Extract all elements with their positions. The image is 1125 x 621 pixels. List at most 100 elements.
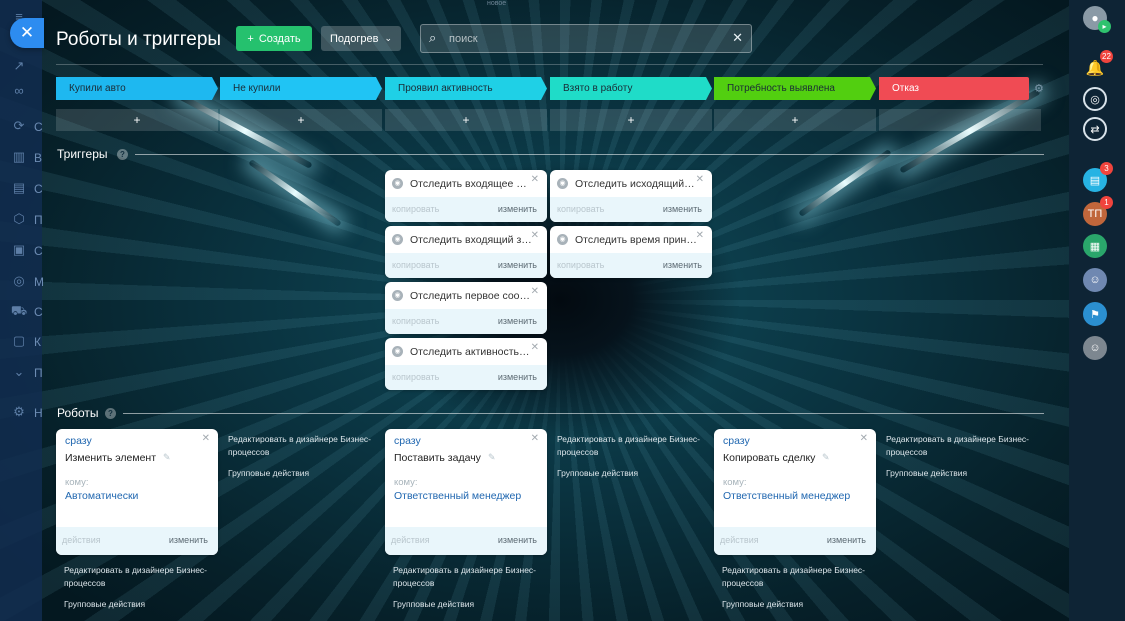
clear-search-icon[interactable]: ✕ <box>732 30 743 46</box>
group-actions-link[interactable]: Групповые действия <box>393 598 553 611</box>
refresh-icon[interactable]: ⟳ <box>10 117 28 135</box>
create-button[interactable]: + Создать <box>236 26 312 51</box>
designer-link[interactable]: Редактировать в дизайнере Бизнес-процесс… <box>64 564 224 590</box>
close-icon[interactable]: ✕ <box>531 342 539 353</box>
close-icon[interactable]: ✕ <box>696 174 704 185</box>
close-icon[interactable]: ✕ <box>531 174 539 185</box>
close-icon[interactable]: ✕ <box>531 230 539 241</box>
close-icon[interactable]: ✕ <box>531 286 539 297</box>
copy-link[interactable]: копировать <box>557 204 604 214</box>
group-actions-link[interactable]: Групповые действия <box>228 467 388 480</box>
pencil-icon[interactable]: ✎ <box>488 452 496 463</box>
sync-icon[interactable]: ⇄ <box>1083 117 1107 141</box>
robot-target[interactable]: Ответственный менеджер <box>394 490 539 502</box>
stage-column[interactable]: Проявил активность <box>385 77 547 100</box>
stage-column[interactable]: Потребность выявлена <box>714 77 876 100</box>
nav-label[interactable]: К <box>34 335 41 349</box>
edit-link[interactable]: изменить <box>498 204 537 214</box>
external-link-icon[interactable]: ↗ <box>10 57 28 75</box>
pencil-icon[interactable]: ✎ <box>822 452 830 463</box>
edit-link[interactable]: изменить <box>827 535 866 545</box>
actions-link[interactable]: действия <box>62 535 101 545</box>
stage-column[interactable]: Не купили <box>220 77 382 100</box>
cube-icon[interactable]: ⬡ <box>10 210 28 228</box>
group-actions-link[interactable]: Групповые действия <box>557 467 717 480</box>
document-icon[interactable]: ▢ <box>10 332 28 350</box>
sheet-icon[interactable]: ▦ <box>1083 234 1107 258</box>
edit-link[interactable]: изменить <box>663 204 702 214</box>
preheat-dropdown[interactable]: Подогрев ⌄ <box>321 26 401 51</box>
close-icon[interactable]: ✕ <box>860 433 868 444</box>
target-icon[interactable]: ◎ <box>10 272 28 290</box>
copy-link[interactable]: копировать <box>557 260 604 270</box>
stage-settings-gear-icon[interactable]: ⚙ <box>1034 82 1044 95</box>
actions-link[interactable]: действия <box>720 535 759 545</box>
robot-card[interactable]: сразу ✕ Поставить задачу ✎ кому: Ответст… <box>385 429 547 555</box>
stage-column[interactable]: Отказ <box>879 77 1029 100</box>
designer-link[interactable]: Редактировать в дизайнере Бизнес-процесс… <box>886 433 1046 459</box>
person-avatar-2[interactable]: ☺ <box>1083 336 1107 360</box>
add-trigger-button[interactable]: + <box>385 109 547 131</box>
chevron-down-icon[interactable]: ⌄ <box>10 363 28 381</box>
group-actions-link[interactable]: Групповые действия <box>64 598 224 611</box>
trigger-card[interactable]: ◉ Отследить исходящий звонок ✕ копироват… <box>550 170 712 222</box>
copy-link[interactable]: копировать <box>392 316 439 326</box>
group-actions-link[interactable]: Групповые действия <box>886 467 1046 480</box>
robot-delay[interactable]: сразу <box>723 435 750 447</box>
trigger-card[interactable]: ◉ Отследить входящий звонок ✕ копировать… <box>385 226 547 278</box>
copy-link[interactable]: копировать <box>392 260 439 270</box>
bookmark-icon[interactable]: ⚑ <box>1083 302 1107 326</box>
edit-link[interactable]: изменить <box>663 260 702 270</box>
help-icon[interactable]: ? <box>117 149 128 160</box>
designer-link[interactable]: Редактировать в дизайнере Бизнес-процесс… <box>393 564 553 590</box>
edit-link[interactable]: изменить <box>498 316 537 326</box>
trigger-card[interactable]: ◉ Отследить входящее письмо ✕ копировать… <box>385 170 547 222</box>
cart-icon[interactable]: ⛟ <box>10 302 28 320</box>
edit-link[interactable]: изменить <box>498 535 537 545</box>
trigger-card[interactable]: ◉ Отследить время принятия звонка ✕ копи… <box>550 226 712 278</box>
actions-link[interactable]: действия <box>391 535 430 545</box>
stage-column[interactable]: Взято в работу <box>550 77 712 100</box>
close-icon[interactable]: ✕ <box>531 433 539 444</box>
close-icon[interactable]: ✕ <box>696 230 704 241</box>
chart-icon[interactable]: ▥ <box>10 148 28 166</box>
edit-link[interactable]: изменить <box>498 260 537 270</box>
copy-link[interactable]: копировать <box>392 204 439 214</box>
copy-link[interactable]: копировать <box>392 372 439 382</box>
robot-target[interactable]: Автоматически <box>65 490 210 502</box>
person-avatar[interactable]: ☺ <box>1083 268 1107 292</box>
box-icon[interactable]: ▣ <box>10 241 28 259</box>
designer-link[interactable]: Редактировать в дизайнере Бизнес-процесс… <box>722 564 882 590</box>
pencil-icon[interactable]: ✎ <box>163 452 171 463</box>
add-trigger-button[interactable]: + <box>550 109 712 131</box>
spiral-icon[interactable]: ◎ <box>1083 87 1107 111</box>
robot-delay[interactable]: сразу <box>65 435 92 447</box>
gear-icon[interactable]: ⚙ <box>10 403 28 421</box>
robot-target[interactable]: Ответственный менеджер <box>723 490 868 502</box>
trigger-card[interactable]: ◉ Отследить активность клиента ✕ копиров… <box>385 338 547 390</box>
edit-link[interactable]: изменить <box>498 372 537 382</box>
help-icon[interactable]: ? <box>105 408 116 419</box>
add-trigger-button[interactable]: + <box>220 109 382 131</box>
trigger-card[interactable]: ◉ Отследить первое сообщение ✕ копироват… <box>385 282 547 334</box>
designer-link[interactable]: Редактировать в дизайнере Бизнес-процесс… <box>557 433 717 459</box>
group-actions-link[interactable]: Групповые действия <box>722 598 882 611</box>
designer-link[interactable]: Редактировать в дизайнере Бизнес-процесс… <box>228 433 388 459</box>
edit-link[interactable]: изменить <box>169 535 208 545</box>
user-avatar-icon[interactable]: ● ▸ <box>1083 6 1111 33</box>
chat-icon[interactable]: ▤ 3 <box>1083 162 1113 192</box>
close-slider-button[interactable]: ✕ <box>10 18 44 48</box>
search-input[interactable] <box>449 31 719 47</box>
close-icon[interactable]: ✕ <box>202 433 210 444</box>
contacts-icon[interactable]: ▤ <box>10 179 28 197</box>
nav-label[interactable]: В <box>34 151 42 165</box>
stage-column[interactable]: Купили авто <box>56 77 218 100</box>
bell-icon[interactable]: 🔔 22 <box>1083 50 1113 80</box>
robot-delay[interactable]: сразу <box>394 435 421 447</box>
add-trigger-button[interactable]: + <box>714 109 876 131</box>
robot-card[interactable]: сразу ✕ Копировать сделку ✎ кому: Ответс… <box>714 429 876 555</box>
add-trigger-button[interactable]: + <box>56 109 218 131</box>
initials-avatar[interactable]: ТП 1 <box>1083 196 1113 226</box>
link-icon[interactable]: ∞ <box>10 82 28 100</box>
robot-card[interactable]: сразу ✕ Изменить элемент ✎ кому: Автомат… <box>56 429 218 555</box>
